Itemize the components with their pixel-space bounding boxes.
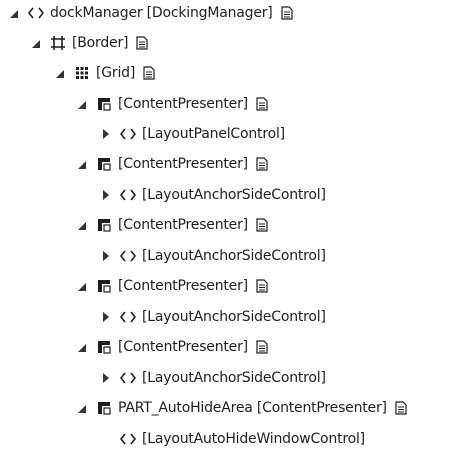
expand-arrow-icon[interactable] xyxy=(76,396,88,420)
document-icon[interactable] xyxy=(395,400,409,416)
tree-node-layoutanchorsidecontrol[interactable]: [LayoutAnchorSideControl] xyxy=(100,244,326,268)
tree-node-label: [LayoutAnchorSideControl] xyxy=(142,370,326,386)
tree-node-contentpresenter[interactable]: [ContentPresenter] xyxy=(76,274,270,298)
content-presenter-icon xyxy=(96,96,112,112)
code-brackets-icon xyxy=(120,431,136,447)
tree-node-label: [LayoutPanelControl] xyxy=(142,126,285,142)
code-brackets-icon xyxy=(120,309,136,325)
tree-node-layoutanchorsidecontrol[interactable]: [LayoutAnchorSideControl] xyxy=(100,305,326,329)
document-icon[interactable] xyxy=(256,96,270,112)
expand-arrow-icon[interactable] xyxy=(76,213,88,237)
grid-icon xyxy=(74,65,90,81)
tree-node-grid[interactable]: [Grid] xyxy=(54,61,157,85)
tree-node-contentpresenter[interactable]: [ContentPresenter] xyxy=(76,92,270,116)
tree-node-layoutpanelcontrol[interactable]: [LayoutPanelControl] xyxy=(100,122,285,146)
tree-node-label: [LayoutAutoHideWindowControl] xyxy=(142,431,365,447)
tree-node-label: [ContentPresenter] xyxy=(118,217,248,233)
content-presenter-icon xyxy=(96,278,112,294)
code-brackets-icon xyxy=(120,126,136,142)
content-presenter-icon xyxy=(96,339,112,355)
expand-arrow-icon[interactable] xyxy=(76,92,88,116)
border-icon xyxy=(50,35,66,51)
code-brackets-icon xyxy=(120,370,136,386)
collapse-arrow-icon[interactable] xyxy=(100,305,112,329)
tree-node-label: dockManager [DockingManager] xyxy=(50,5,273,21)
tree-node-contentpresenter[interactable]: [ContentPresenter] xyxy=(76,213,270,237)
tree-node-label: [ContentPresenter] xyxy=(118,156,248,172)
expand-arrow-icon[interactable] xyxy=(76,274,88,298)
document-icon[interactable] xyxy=(256,339,270,355)
tree-node-border[interactable]: [Border] xyxy=(30,31,150,55)
tree-node-label: [LayoutAnchorSideControl] xyxy=(142,248,326,264)
tree-node-contentpresenter[interactable]: [ContentPresenter] xyxy=(76,152,270,176)
tree-node-label: [Grid] xyxy=(96,65,136,81)
tree-node-autohidearea[interactable]: PART_AutoHideArea [ContentPresenter] xyxy=(76,396,409,420)
tree-node-dockmanager[interactable]: dockManager [DockingManager] xyxy=(8,1,295,25)
tree-node-label: [ContentPresenter] xyxy=(118,278,248,294)
code-brackets-icon xyxy=(28,5,44,21)
tree-node-layoutanchorsidecontrol[interactable]: [LayoutAnchorSideControl] xyxy=(100,183,326,207)
visual-tree: dockManager [DockingManager] [Border] [G… xyxy=(0,0,455,455)
tree-node-layoutanchorsidecontrol[interactable]: [LayoutAnchorSideControl] xyxy=(100,366,326,390)
tree-node-label: [Border] xyxy=(72,35,129,51)
expand-arrow-icon[interactable] xyxy=(54,61,66,85)
collapse-arrow-icon[interactable] xyxy=(100,366,112,390)
code-brackets-icon xyxy=(120,187,136,203)
tree-node-label: [LayoutAnchorSideControl] xyxy=(142,309,326,325)
expand-arrow-icon[interactable] xyxy=(8,1,20,25)
content-presenter-icon xyxy=(96,400,112,416)
toggle-spacer xyxy=(100,427,112,451)
content-presenter-icon xyxy=(96,156,112,172)
document-icon[interactable] xyxy=(136,35,150,51)
content-presenter-icon xyxy=(96,217,112,233)
document-icon[interactable] xyxy=(256,217,270,233)
expand-arrow-icon[interactable] xyxy=(76,335,88,359)
expand-arrow-icon[interactable] xyxy=(76,152,88,176)
tree-node-contentpresenter[interactable]: [ContentPresenter] xyxy=(76,335,270,359)
tree-node-label: [LayoutAnchorSideControl] xyxy=(142,187,326,203)
collapse-arrow-icon[interactable] xyxy=(100,183,112,207)
tree-node-label: [ContentPresenter] xyxy=(118,339,248,355)
code-brackets-icon xyxy=(120,248,136,264)
document-icon[interactable] xyxy=(256,156,270,172)
collapse-arrow-icon[interactable] xyxy=(100,122,112,146)
document-icon[interactable] xyxy=(280,5,295,21)
document-icon[interactable] xyxy=(256,278,270,294)
tree-node-label: PART_AutoHideArea [ContentPresenter] xyxy=(118,400,387,416)
collapse-arrow-icon[interactable] xyxy=(100,244,112,268)
document-icon[interactable] xyxy=(143,65,157,81)
expand-arrow-icon[interactable] xyxy=(30,31,42,55)
tree-node-label: [ContentPresenter] xyxy=(118,96,248,112)
tree-node-layoutautohidewindowcontrol[interactable]: [LayoutAutoHideWindowControl] xyxy=(100,427,365,451)
